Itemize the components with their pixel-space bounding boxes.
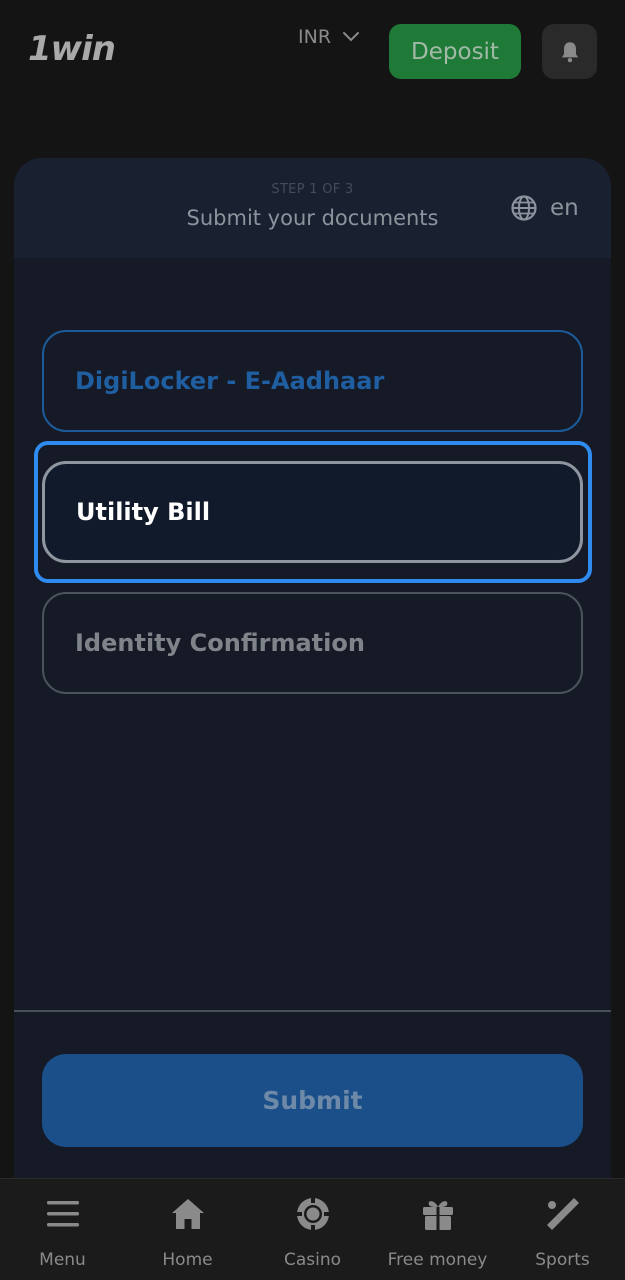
bottom-navigation: Menu Home Casino Free money Sports <box>0 1178 625 1280</box>
globe-icon <box>511 195 537 221</box>
nav-item-home[interactable]: Home <box>125 1179 250 1280</box>
language-selector[interactable]: en <box>510 194 579 222</box>
gift-icon <box>422 1201 453 1230</box>
deposit-button[interactable]: Deposit <box>389 24 521 79</box>
notifications-button[interactable] <box>542 24 597 79</box>
nav-item-menu[interactable]: Menu <box>0 1179 125 1280</box>
nav-item-free-money[interactable]: Free money <box>375 1179 500 1280</box>
language-label: en <box>550 195 579 221</box>
option-label: Identity Confirmation <box>75 629 365 657</box>
nav-label: Casino <box>283 1250 342 1270</box>
nav-item-casino[interactable]: Casino <box>250 1179 375 1280</box>
option-label: DigiLocker - E-Aadhaar <box>75 367 385 395</box>
nav-label: Free money <box>387 1250 488 1270</box>
currency-selector[interactable]: INR <box>298 24 361 50</box>
nav-label: Home <box>162 1250 213 1270</box>
bell-icon <box>561 41 578 62</box>
document-submission-card: STEP 1 OF 3 Submit your documents en Dig… <box>14 158 611 1178</box>
logo-text: 1win <box>28 29 116 69</box>
option-digilocker[interactable]: DigiLocker - E-Aadhaar <box>42 330 583 432</box>
card-header: STEP 1 OF 3 Submit your documents en <box>14 158 611 258</box>
nav-label: Menu <box>39 1250 86 1270</box>
chevron-down-icon <box>343 32 360 42</box>
option-label: Utility Bill <box>76 498 211 526</box>
currency-label: INR <box>298 26 332 48</box>
option-utility-bill[interactable]: Utility Bill <box>42 461 583 563</box>
sports-icon <box>546 1198 579 1230</box>
divider <box>14 1010 611 1012</box>
menu-icon <box>46 1201 79 1227</box>
top-header: 1win INR Deposit <box>0 0 625 110</box>
nav-label: Sports <box>535 1250 590 1270</box>
logo[interactable]: 1win <box>28 24 116 74</box>
casino-chip-icon <box>295 1197 330 1231</box>
home-icon <box>171 1199 204 1229</box>
nav-item-sports[interactable]: Sports <box>500 1179 625 1280</box>
app-screen: 1win INR Deposit STEP 1 OF 3 Submit your… <box>0 0 625 1280</box>
option-identity-confirmation[interactable]: Identity Confirmation <box>42 592 583 694</box>
submit-button[interactable]: Submit <box>42 1054 583 1147</box>
